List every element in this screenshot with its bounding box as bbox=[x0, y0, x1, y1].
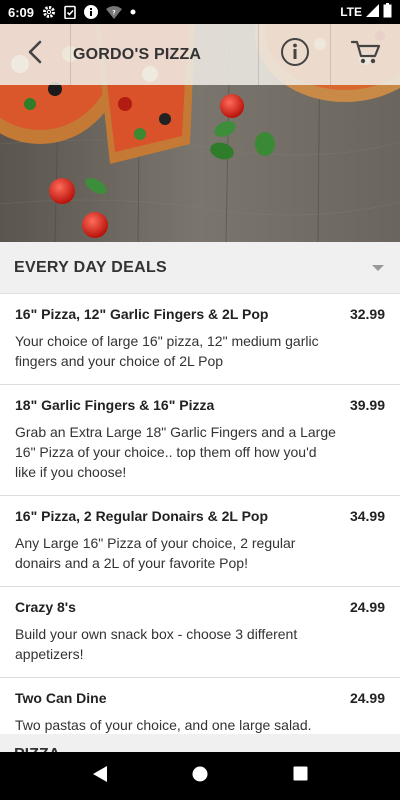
deal-description: Any Large 16" Pizza of your choice, 2 re… bbox=[15, 535, 296, 571]
status-time: 6:09 bbox=[8, 4, 35, 20]
app-screen: 6:09 ? LTE GORDO'S PIZZA EVERY DAY DEALS… bbox=[0, 0, 400, 800]
list-item[interactable]: 16" Pizza, 12" Garlic Fingers & 2L Pop 3… bbox=[0, 294, 400, 385]
info-circle-icon bbox=[280, 37, 310, 72]
page-title: GORDO'S PIZZA bbox=[70, 24, 258, 85]
info-button[interactable] bbox=[258, 24, 330, 85]
triangle-back-icon bbox=[92, 765, 108, 788]
deal-list: 16" Pizza, 12" Garlic Fingers & 2L Pop 3… bbox=[0, 294, 400, 749]
system-nav-bar bbox=[0, 752, 400, 800]
back-button[interactable] bbox=[0, 24, 70, 85]
signal-icon bbox=[366, 4, 379, 20]
status-right: LTE bbox=[340, 3, 392, 21]
deal-name: Two Can Dine bbox=[15, 690, 107, 706]
dot-icon bbox=[130, 9, 136, 15]
status-bar: 6:09 ? LTE bbox=[0, 0, 400, 24]
circle-home-icon bbox=[192, 766, 208, 787]
gear-icon bbox=[42, 5, 56, 19]
info-icon bbox=[84, 5, 99, 19]
deal-description: Two pastas of your choice, and one large… bbox=[15, 717, 312, 733]
deal-name: 16" Pizza, 12" Garlic Fingers & 2L Pop bbox=[15, 306, 269, 322]
square-recents-icon bbox=[293, 766, 308, 786]
cart-button[interactable] bbox=[330, 24, 400, 85]
deal-description: Build your own snack box - choose 3 diff… bbox=[15, 626, 298, 662]
section-header-every-day-deals[interactable]: EVERY DAY DEALS bbox=[0, 242, 400, 294]
chevron-left-icon bbox=[27, 40, 43, 69]
battery-icon bbox=[383, 3, 392, 21]
deal-price: 24.99 bbox=[349, 690, 385, 706]
cart-icon bbox=[350, 39, 381, 70]
deal-name: Crazy 8's bbox=[15, 599, 76, 615]
deal-name: 18" Garlic Fingers & 16" Pizza bbox=[15, 397, 215, 413]
wifi-icon: ? bbox=[106, 5, 123, 19]
list-item[interactable]: Crazy 8's 24.99 Build your own snack box… bbox=[0, 587, 400, 678]
deal-price: 24.99 bbox=[349, 599, 385, 615]
caret-down-icon bbox=[372, 264, 384, 271]
list-item[interactable]: 16" Pizza, 2 Regular Donairs & 2L Pop 34… bbox=[0, 496, 400, 587]
deal-description: Your choice of large 16" pizza, 12" medi… bbox=[15, 333, 319, 369]
deal-description: Grab an Extra Large 18" Garlic Fingers a… bbox=[15, 424, 336, 480]
nav-recents-button[interactable] bbox=[280, 756, 320, 796]
deal-name: 16" Pizza, 2 Regular Donairs & 2L Pop bbox=[15, 508, 269, 524]
section-title: EVERY DAY DEALS bbox=[14, 258, 167, 276]
clipboard-check-icon bbox=[64, 5, 76, 19]
deal-price: 39.99 bbox=[349, 397, 385, 413]
deal-price: 34.99 bbox=[349, 508, 385, 524]
svg-text:?: ? bbox=[112, 9, 116, 16]
app-header: GORDO'S PIZZA bbox=[0, 24, 400, 85]
deal-price: 32.99 bbox=[349, 306, 385, 322]
nav-back-button[interactable] bbox=[80, 756, 120, 796]
list-item[interactable]: 18" Garlic Fingers & 16" Pizza 39.99 Gra… bbox=[0, 385, 400, 496]
nav-home-button[interactable] bbox=[180, 756, 220, 796]
network-label: LTE bbox=[340, 5, 362, 19]
